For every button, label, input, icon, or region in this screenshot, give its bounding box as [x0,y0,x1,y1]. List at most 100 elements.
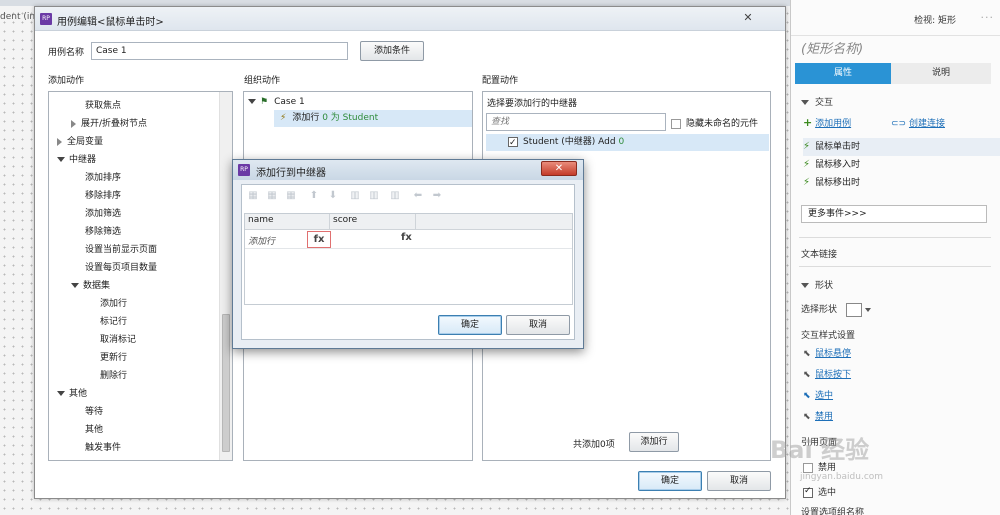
canvas-tab-label[interactable]: dent (in [0,12,34,26]
watermark-logo: Bai 经验 [770,436,870,464]
select-repeater-label: 选择要添加行的中继器 [487,99,578,109]
style-link-label: 鼠标悬停 [815,349,852,359]
tree-item[interactable]: 移除排序 [85,188,121,204]
add-condition-button[interactable]: 添加条件 [360,41,424,61]
insert-column-right-icon[interactable]: ▥ [368,190,380,202]
ok-button[interactable]: 确定 [638,471,702,491]
tree-item[interactable]: 更新行 [100,350,127,366]
configure-action-title: 配置动作 [482,76,519,86]
tree-item[interactable]: 展开/折叠树节点 [71,116,147,132]
tree-item[interactable]: 触发事件 [85,440,121,456]
popup-ok-button[interactable]: 确定 [438,315,502,335]
action-row[interactable]: ⚡ 添加行 0 为 Student [274,110,472,127]
tree-item[interactable]: 删除行 [100,368,127,384]
tree-item[interactable]: 设置每页项目数量 [85,260,157,276]
shape-section-header[interactable]: 形状 [801,278,833,291]
column-divider [415,214,416,230]
disabled-icon: ⬉ [803,412,811,422]
actions-scrollbar[interactable] [219,92,232,460]
tree-item-label: 移除排序 [85,191,122,201]
axure-logo-icon: RP [238,164,250,176]
close-icon[interactable]: ✕ [541,161,577,176]
expand-icon[interactable] [57,137,62,146]
event-item-mouse-leave[interactable]: ⚡ 鼠标移出时 [803,174,1000,192]
table-row[interactable]: 添加行 fx fx [245,231,572,249]
shape-picker-icon[interactable] [845,302,862,317]
delete-row-icon[interactable]: ▦ [285,190,297,202]
column-header-score[interactable]: score [333,215,357,225]
panel-options-icon[interactable]: ··· [981,11,995,24]
add-row-placeholder[interactable]: 添加行 [248,234,275,247]
data-grid[interactable]: name score 添加行 fx fx [244,213,573,305]
tree-item[interactable]: 设置当前显示页面 [85,242,157,258]
case-node[interactable]: ⚑ Case 1 [248,94,305,110]
insert-row-above-icon[interactable]: ▦ [247,190,259,202]
collapse-icon[interactable] [71,283,79,288]
tab-properties[interactable]: 属性 [795,63,891,84]
tree-item[interactable]: 获取焦点 [85,98,121,114]
collapse-icon [801,283,809,288]
tree-item[interactable]: 移除筛选 [85,224,121,240]
event-item-mouse-enter[interactable]: ⚡ 鼠标移入时 [803,156,1000,174]
cancel-button[interactable]: 取消 [707,471,771,491]
tree-item[interactable]: 其他 [57,386,87,402]
hide-unnamed-checkbox[interactable]: 隐藏未命名的元件 [671,116,758,129]
shape-name-field[interactable]: (矩形名称) [801,38,863,57]
move-up-icon[interactable]: ⬆ [308,190,320,202]
popup-cancel-button[interactable]: 取消 [506,315,570,335]
tree-item[interactable]: 标记行 [100,314,127,330]
add-case-link[interactable]: + 添加用例 [803,116,851,129]
fx-icon[interactable]: fx [401,232,412,243]
collapse-icon [801,100,809,105]
style-link-hover[interactable]: ⬉ 鼠标悬停 [803,346,851,359]
organize-action-title: 组织动作 [244,76,281,86]
create-link[interactable]: ⊂⊃ 创建连接 [891,116,945,129]
tree-item[interactable]: 等待 [85,404,103,420]
tab-notes[interactable]: 说明 [891,63,991,84]
search-input[interactable] [486,113,666,131]
checkbox-checked-icon [803,486,813,498]
interaction-section-header[interactable]: 交互 [801,95,833,108]
style-link-disabled[interactable]: ⬉ 禁用 [803,409,833,422]
inspector-title: 检视: 矩形 [914,16,956,26]
checkbox-checked-icon[interactable] [508,135,518,152]
tree-item[interactable]: 添加筛选 [85,206,121,222]
tree-item[interactable]: 添加排序 [85,170,121,186]
lightning-icon: ⚡ [280,113,287,123]
tree-item[interactable]: 添加行 [100,296,127,312]
popup-titlebar: RP 添加行到中继器 ✕ [233,160,583,180]
actions-tree-panel[interactable]: 获取焦点 展开/折叠树节点 全局变量 中继器 添加排序 移除排序 添加筛选 移除… [48,91,233,461]
tree-item[interactable]: 中继器 [57,152,96,168]
column-header-name[interactable]: name [248,215,274,225]
tree-item[interactable]: 数据集 [71,278,110,294]
insert-column-left-icon[interactable]: ▥ [349,190,361,202]
close-icon[interactable]: ✕ [738,11,758,25]
fx-icon[interactable]: fx [307,231,331,248]
move-down-icon[interactable]: ⬇ [327,190,339,202]
tree-item[interactable]: 其他 [85,422,103,438]
more-events-dropdown[interactable]: 更多事件>>> [801,205,987,223]
case-name-input[interactable]: Case 1 [91,42,348,60]
chevron-down-icon[interactable] [864,307,871,312]
scrollbar-thumb[interactable] [222,314,230,452]
collapse-icon[interactable] [248,99,256,104]
text-link-section[interactable]: 文本链接 [801,247,837,260]
event-item-click[interactable]: ⚡ 鼠标单击时 [803,138,1000,156]
style-link-label: 选中 [815,391,834,401]
tree-item[interactable]: 全局变量 [57,134,103,150]
collapse-icon[interactable] [57,391,65,396]
cursor-icon: ⬉ [803,370,811,380]
selected-checkbox[interactable]: 选中 [803,485,836,498]
delete-column-icon[interactable]: ▥ [389,190,401,202]
tree-item[interactable]: 取消标记 [100,332,136,348]
expand-icon[interactable] [71,119,76,128]
add-row-button[interactable]: 添加行 [629,432,679,452]
move-left-icon[interactable]: ⬅ [412,190,424,202]
style-link-selected[interactable]: ⬉ 选中 [803,388,833,401]
insert-row-below-icon[interactable]: ▦ [266,190,278,202]
style-link-mousedown[interactable]: ⬉ 鼠标按下 [803,367,851,380]
checkbox-label: 隐藏未命名的元件 [686,119,759,129]
move-right-icon[interactable]: ➡ [431,190,443,202]
collapse-icon[interactable] [57,157,65,162]
repeater-list-item[interactable]: Student (中继器) Add 0 [486,134,769,152]
